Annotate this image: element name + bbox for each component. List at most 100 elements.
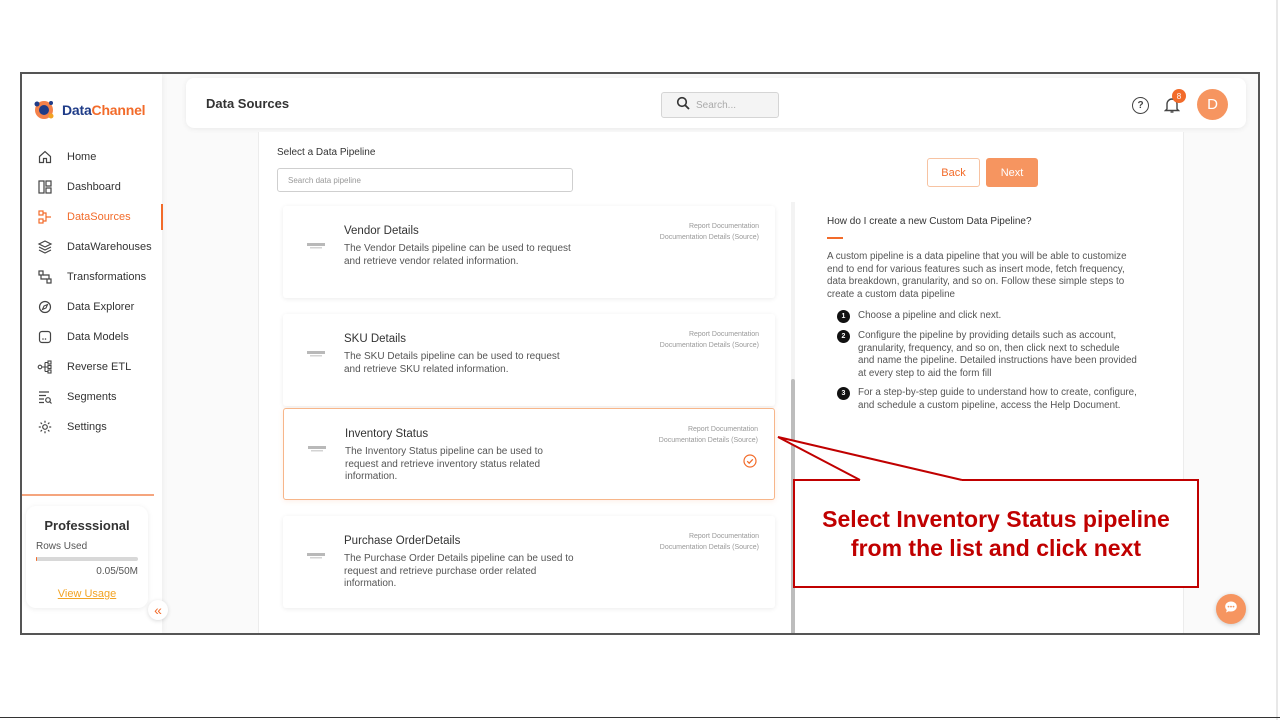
logo-text: DataChannel	[62, 102, 146, 118]
view-usage-link[interactable]: View Usage	[36, 588, 138, 600]
sidebar-item-label: Home	[67, 151, 97, 163]
step-number-badge: 3	[837, 387, 850, 400]
pipeline-search-input[interactable]	[277, 168, 573, 192]
global-search-input[interactable]: Search...	[661, 92, 779, 118]
report-documentation-link[interactable]: Report Documentation	[659, 424, 758, 435]
sidebar-item-dashboard[interactable]: Dashboard	[22, 172, 162, 202]
report-documentation-link[interactable]: Report Documentation	[660, 329, 759, 340]
search-icon	[676, 96, 690, 115]
sidebar-item-reverse-etl[interactable]: Reverse ETL	[22, 352, 162, 382]
pipeline-select-label: Select a Data Pipeline	[277, 147, 376, 158]
page-title: Data Sources	[206, 96, 290, 111]
usage-progress-fill	[36, 557, 37, 561]
sidebar-nav: Home Dashboard DataSources DataWarehouse…	[22, 142, 163, 442]
pipeline-card-title: Purchase OrderDetails	[344, 535, 461, 547]
sidebar-item-transformations[interactable]: Transformations	[22, 262, 162, 292]
sidebar-item-label: Transformations	[67, 271, 147, 283]
report-documentation-link[interactable]: Report Documentation	[660, 221, 759, 232]
step-number-badge: 2	[837, 330, 850, 343]
pipeline-card-inventory-status[interactable]: Inventory Status The Inventory Status pi…	[283, 408, 775, 500]
search-placeholder: Search...	[696, 99, 737, 111]
report-documentation-link[interactable]: Report Documentation	[660, 531, 759, 542]
plan-card: Professsional Rows Used 0.05/50M View Us…	[26, 506, 148, 608]
home-icon	[37, 149, 53, 165]
help-step: 2 Configure the pipeline by providing de…	[837, 330, 1137, 380]
pipeline-card-description: The Vendor Details pipeline can be used …	[344, 243, 571, 267]
sidebar-item-data-models[interactable]: Data Models	[22, 322, 162, 352]
pipeline-card-title: Vendor Details	[344, 225, 419, 237]
logo-text-data: Data	[62, 102, 92, 118]
rows-used-label: Rows Used	[36, 541, 88, 552]
step-number-badge: 1	[837, 310, 850, 323]
vendor-logo-icon	[307, 346, 325, 357]
sidebar-item-label: DataWarehouses	[67, 241, 152, 253]
sidebar-item-data-explorer[interactable]: Data Explorer	[22, 292, 162, 322]
sidebar-item-home[interactable]: Home	[22, 142, 162, 172]
pipeline-card-title: Inventory Status	[345, 428, 429, 440]
help-icon[interactable]: ?	[1132, 97, 1149, 114]
pipeline-card-purchase-order-details[interactable]: Purchase OrderDetails The Purchase Order…	[283, 516, 775, 608]
callout-instruction: Select Inventory Status pipeline from th…	[822, 505, 1170, 561]
vendor-logo-icon	[307, 238, 325, 249]
help-panel-title: How do I create a new Custom Data Pipeli…	[827, 216, 1032, 227]
collapse-sidebar-button[interactable]: «	[148, 600, 168, 620]
pipeline-card-title: SKU Details	[344, 333, 406, 345]
dashboard-icon	[37, 179, 53, 195]
sidebar-item-settings[interactable]: Settings	[22, 412, 162, 442]
source-documentation-link[interactable]: Documentation Details (Source)	[660, 340, 759, 351]
source-documentation-link[interactable]: Documentation Details (Source)	[660, 542, 759, 553]
logo-text-channel: Channel	[91, 102, 146, 118]
pipeline-card-sku-details[interactable]: SKU Details The SKU Details pipeline can…	[283, 314, 775, 406]
sidebar-item-label: Data Models	[67, 331, 129, 343]
sidebar-item-datawarehouses[interactable]: DataWarehouses	[22, 232, 162, 262]
sidebar-item-label: Reverse ETL	[67, 361, 132, 373]
sidebar-item-datasources[interactable]: DataSources	[22, 202, 163, 232]
source-documentation-link[interactable]: Documentation Details (Source)	[659, 435, 758, 446]
user-avatar[interactable]: D	[1197, 89, 1228, 120]
pipeline-card-links: Report Documentation Documentation Detai…	[660, 531, 759, 553]
page-bottom-line	[0, 717, 1280, 718]
help-intro-text: A custom pipeline is a data pipeline tha…	[827, 251, 1127, 300]
back-button[interactable]: Back	[927, 158, 980, 187]
explorer-icon	[37, 299, 53, 315]
pipeline-card-links: Report Documentation Documentation Detai…	[660, 329, 759, 351]
gear-icon	[37, 419, 53, 435]
help-steps: 1 Choose a pipeline and click next. 2 Co…	[837, 310, 1137, 419]
vendor-logo-icon	[308, 441, 326, 452]
selected-check-icon	[743, 454, 757, 468]
step-text: Configure the pipeline by providing deta…	[858, 330, 1137, 379]
double-chevron-left-icon: «	[154, 602, 162, 618]
help-step: 1 Choose a pipeline and click next.	[837, 310, 1137, 323]
next-button[interactable]: Next	[986, 158, 1038, 187]
usage-value: 0.05/50M	[96, 566, 138, 577]
models-icon	[37, 329, 53, 345]
datasources-icon	[37, 209, 53, 225]
sidebar-item-label: Dashboard	[67, 181, 121, 193]
app-logo[interactable]: DataChannel	[32, 98, 146, 122]
source-documentation-link[interactable]: Documentation Details (Source)	[660, 232, 759, 243]
sidebar-item-label: DataSources	[67, 211, 131, 223]
step-text: For a step-by-step guide to understand h…	[858, 387, 1137, 411]
chat-bubble-icon	[1223, 599, 1239, 620]
transformations-icon	[37, 269, 53, 285]
sidebar-divider	[22, 494, 154, 496]
reverse-etl-icon	[37, 359, 53, 375]
pipeline-card-vendor-details[interactable]: Vendor Details The Vendor Details pipeli…	[283, 206, 775, 298]
step-text: Choose a pipeline and click next.	[858, 310, 1002, 321]
help-step: 3 For a step-by-step guide to understand…	[837, 387, 1137, 412]
pipeline-card-links: Report Documentation Documentation Detai…	[659, 424, 758, 446]
layers-icon	[37, 239, 53, 255]
notification-badge: 8	[1172, 89, 1186, 103]
chat-support-button[interactable]	[1216, 594, 1246, 624]
sidebar-item-label: Settings	[67, 421, 107, 433]
vendor-logo-icon	[307, 548, 325, 559]
sidebar-item-label: Data Explorer	[67, 301, 135, 313]
plan-title: Professsional	[44, 518, 130, 533]
pipeline-card-description: The Inventory Status pipeline can be use…	[345, 446, 543, 482]
pipeline-card-description: The Purchase Order Details pipeline can …	[344, 553, 574, 589]
datachannel-logo-icon	[32, 98, 56, 122]
usage-progress-bar	[36, 557, 138, 561]
sidebar-item-segments[interactable]: Segments	[22, 382, 162, 412]
sidebar: DataChannel Home Dashboard DataSources D…	[22, 74, 163, 633]
sidebar-item-label: Segments	[67, 391, 117, 403]
